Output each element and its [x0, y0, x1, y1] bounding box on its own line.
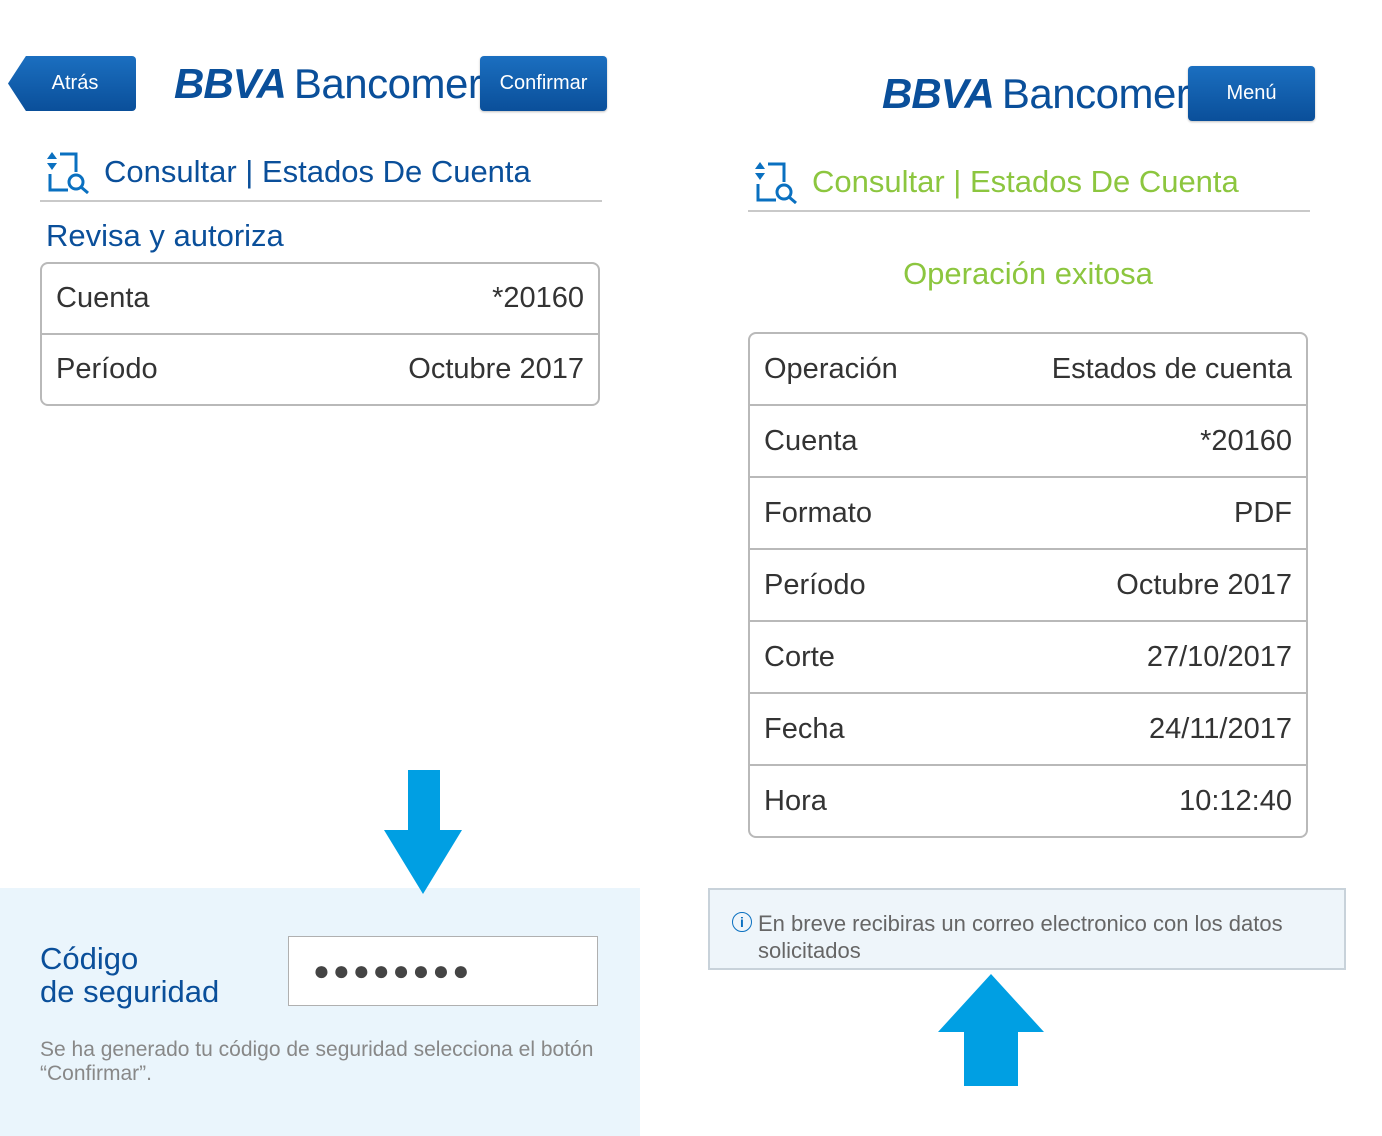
security-code-label: Código de seguridad [40, 942, 219, 1008]
info-text: En breve recibiras un correo electronico… [758, 911, 1283, 963]
document-search-icon [755, 162, 797, 204]
security-code-value: ●●●●●●●● [313, 955, 473, 986]
info-banner: i En breve recibiras un correo electroni… [708, 888, 1346, 970]
review-table: Cuenta *20160 Período Octubre 2017 [40, 262, 600, 406]
confirm-button[interactable]: Confirmar [480, 56, 607, 111]
table-row: Cuenta *20160 [750, 404, 1306, 476]
row-label: Hora [764, 784, 827, 817]
section-title: Consultar | Estados De Cuenta [46, 150, 531, 194]
row-label: Corte [764, 640, 835, 673]
security-code-input[interactable]: ●●●●●●●● [288, 936, 598, 1006]
row-value: PDF [1234, 496, 1292, 529]
arrow-up-icon [938, 974, 1044, 1086]
logo-bold: BBVA [174, 60, 287, 107]
row-label: Cuenta [764, 424, 858, 457]
row-label: Cuenta [56, 282, 150, 314]
confirm-button-label: Confirmar [499, 72, 588, 94]
bbva-logo: BBVA Bancomer [174, 60, 482, 108]
security-code-panel [0, 888, 640, 1136]
arrow-down-icon [384, 770, 462, 894]
row-value: 24/11/2017 [1149, 712, 1292, 745]
table-row: Formato PDF [750, 476, 1306, 548]
row-value: 27/10/2017 [1146, 640, 1292, 673]
section-divider [40, 200, 602, 202]
table-row: Fecha 24/11/2017 [750, 692, 1306, 764]
logo-light: Bancomer [1001, 70, 1190, 117]
table-row: Operación Estados de cuenta [750, 334, 1306, 404]
row-label: Período [764, 568, 866, 601]
back-button[interactable]: Atrás [8, 56, 136, 111]
table-row: Período Octubre 2017 [42, 333, 598, 404]
row-value: 10:12:40 [1179, 784, 1292, 817]
back-button-label: Atrás [51, 72, 99, 94]
row-label: Operación [764, 352, 898, 385]
document-search-icon [47, 152, 89, 194]
table-row: Corte 27/10/2017 [750, 620, 1306, 692]
security-code-note: Se ha generado tu código de seguridad se… [40, 1038, 594, 1085]
row-value: *20160 [1200, 424, 1292, 457]
security-code-label-line1: Código [40, 941, 139, 976]
section-title-text: Consultar | Estados De Cuenta [104, 154, 531, 189]
row-value: Octubre 2017 [408, 353, 584, 385]
logo-bold: BBVA [882, 70, 995, 117]
row-label: Formato [764, 496, 872, 529]
table-row: Hora 10:12:40 [750, 764, 1306, 836]
row-value: Estados de cuenta [1051, 352, 1292, 385]
success-message: Operación exitosa [903, 256, 1153, 291]
menu-button[interactable]: Menú [1188, 66, 1315, 121]
bbva-logo: BBVA Bancomer [882, 70, 1190, 118]
section-divider [748, 210, 1310, 212]
table-row: Cuenta *20160 [42, 264, 598, 333]
row-label: Período [56, 353, 158, 385]
row-value: *20160 [492, 282, 584, 314]
row-value: Octubre 2017 [1116, 568, 1292, 601]
row-label: Fecha [764, 712, 845, 745]
section-title: Consultar | Estados De Cuenta [754, 160, 1239, 204]
receipt-table: Operación Estados de cuenta Cuenta *2016… [748, 332, 1308, 838]
logo-light: Bancomer [293, 60, 482, 107]
security-code-label-line2: de seguridad [40, 974, 220, 1009]
table-row: Período Octubre 2017 [750, 548, 1306, 620]
section-title-text: Consultar | Estados De Cuenta [812, 164, 1239, 199]
info-icon: i [732, 912, 752, 932]
menu-button-label: Menú [1226, 82, 1277, 104]
subtitle: Revisa y autoriza [46, 218, 284, 253]
